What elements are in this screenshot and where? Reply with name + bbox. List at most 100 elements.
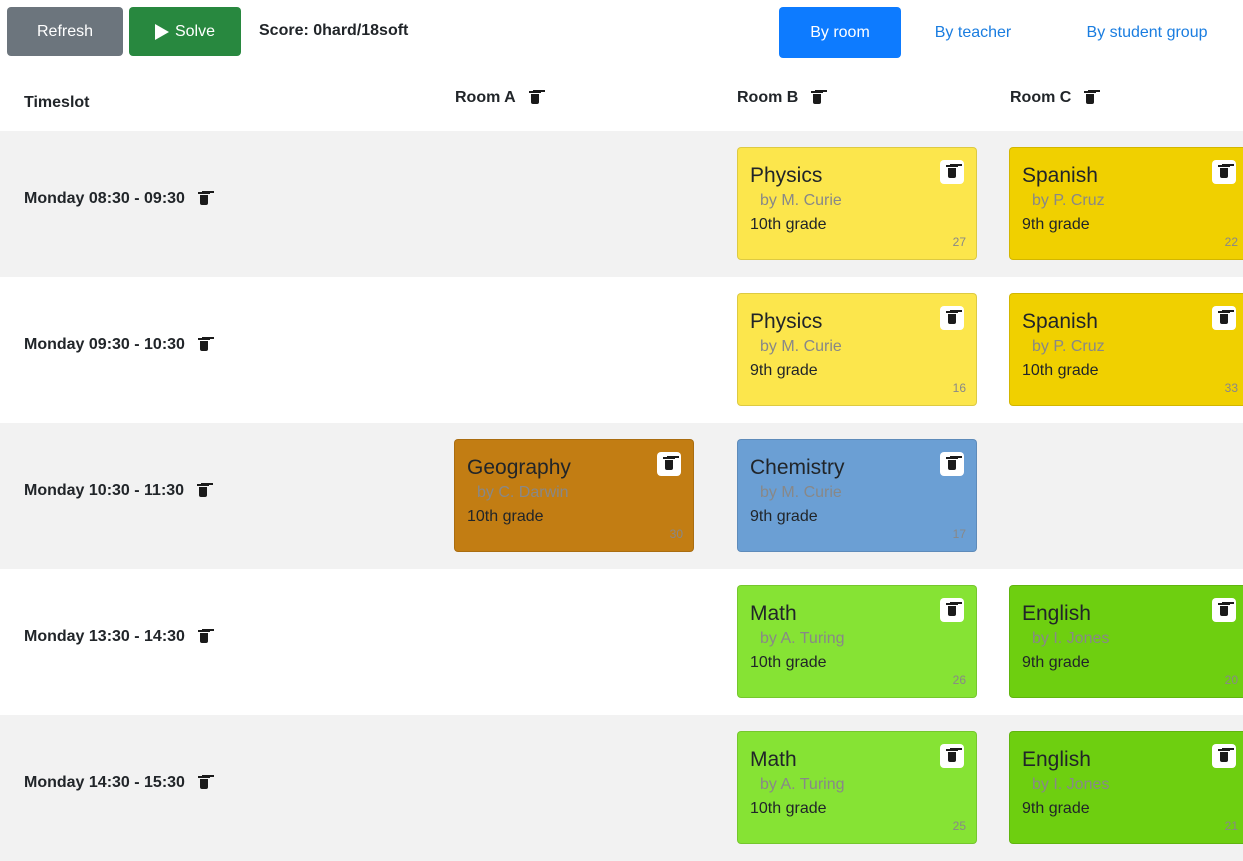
lesson-subject: Math: [750, 748, 797, 771]
lesson-teacher: by C. Darwin: [477, 484, 569, 501]
room-c-label: Room C: [1010, 89, 1072, 106]
delete-lesson-button[interactable]: [940, 598, 964, 622]
trash-icon: [1217, 602, 1231, 618]
timeslot-text: Monday 09:30 - 10:30: [24, 336, 185, 353]
lesson-id: 21: [1224, 819, 1238, 833]
timeslot-text: Monday 10:30 - 11:30: [24, 482, 185, 499]
delete-lesson-button[interactable]: [1212, 744, 1236, 768]
trash-icon: [945, 602, 959, 618]
delete-timeslot-icon[interactable]: [197, 629, 211, 645]
room-b-label: Room B: [737, 89, 799, 106]
timeslot-label: Monday 08:30 - 09:30: [24, 190, 211, 208]
delete-lesson-button[interactable]: [1212, 598, 1236, 622]
delete-lesson-button[interactable]: [940, 744, 964, 768]
lesson-student-group: 9th grade: [1022, 216, 1090, 233]
lesson-student-group: 9th grade: [750, 362, 818, 379]
refresh-button[interactable]: Refresh: [7, 7, 123, 56]
delete-timeslot-icon[interactable]: [197, 191, 211, 207]
lesson-student-group: 10th grade: [750, 800, 827, 817]
timeslot-label: Monday 10:30 - 11:30: [24, 482, 210, 500]
lesson-student-group: 10th grade: [750, 216, 827, 233]
lesson-card[interactable]: Spanish by P. Cruz 10th grade 33: [1009, 293, 1243, 406]
lesson-subject: Math: [750, 602, 797, 625]
room-a-label: Room A: [455, 89, 516, 106]
lesson-id: 22: [1224, 235, 1238, 249]
lesson-card[interactable]: Physics by M. Curie 10th grade 27: [737, 147, 977, 260]
lesson-subject: Spanish: [1022, 164, 1098, 187]
lesson-student-group: 9th grade: [1022, 654, 1090, 671]
solve-label: Solve: [174, 22, 216, 40]
lesson-card[interactable]: English by I. Jones 9th grade 20: [1009, 585, 1243, 698]
lesson-id: 16: [952, 381, 966, 395]
lesson-teacher: by I. Jones: [1032, 776, 1110, 793]
lesson-card[interactable]: Chemistry by M. Curie 9th grade 17: [737, 439, 977, 552]
lesson-subject: Spanish: [1022, 310, 1098, 333]
lesson-id: 30: [669, 527, 683, 541]
delete-lesson-button[interactable]: [1212, 306, 1236, 330]
score-text: Score: 0hard/18soft: [259, 22, 409, 39]
timeslot-header: Timeslot: [24, 92, 90, 114]
lesson-card[interactable]: Spanish by P. Cruz 9th grade 22: [1009, 147, 1243, 260]
timeslot-text: Monday 13:30 - 14:30: [24, 628, 185, 645]
trash-icon: [1217, 164, 1231, 180]
lesson-card[interactable]: English by I. Jones 9th grade 21: [1009, 731, 1243, 844]
delete-room-a-icon[interactable]: [528, 90, 542, 106]
lesson-subject: Chemistry: [750, 456, 845, 479]
toolbar: Refresh Solve Score: 0hard/18soft By roo…: [0, 0, 1243, 64]
room-b-header: Room B: [737, 87, 824, 109]
delete-lesson-button[interactable]: [940, 160, 964, 184]
lesson-teacher: by I. Jones: [1032, 630, 1110, 647]
view-by-room-tab[interactable]: By room: [779, 7, 901, 58]
delete-lesson-button[interactable]: [1212, 160, 1236, 184]
lesson-student-group: 9th grade: [750, 508, 818, 525]
delete-timeslot-icon[interactable]: [197, 337, 211, 353]
lesson-id: 33: [1224, 381, 1238, 395]
lesson-student-group: 10th grade: [1022, 362, 1099, 379]
lesson-card[interactable]: Physics by M. Curie 9th grade 16: [737, 293, 977, 406]
timeslot-header-label: Timeslot: [24, 94, 90, 111]
solve-button[interactable]: Solve: [129, 7, 241, 56]
timeslot-text: Monday 14:30 - 15:30: [24, 774, 185, 791]
trash-icon: [1217, 748, 1231, 764]
timeslot-label: Monday 13:30 - 14:30: [24, 628, 211, 646]
view-by-teacher-tab[interactable]: By teacher: [912, 7, 1034, 58]
lesson-id: 25: [952, 819, 966, 833]
lesson-teacher: by P. Cruz: [1032, 338, 1105, 355]
room-a-header: Room A: [455, 87, 542, 109]
lesson-student-group: 10th grade: [750, 654, 827, 671]
play-icon: [154, 23, 169, 40]
trash-icon: [945, 310, 959, 326]
lesson-subject: English: [1022, 748, 1091, 771]
timeslot-text: Monday 08:30 - 09:30: [24, 190, 185, 207]
lesson-subject: Physics: [750, 164, 823, 187]
trash-icon: [945, 748, 959, 764]
lesson-teacher: by A. Turing: [760, 776, 845, 793]
lesson-teacher: by M. Curie: [760, 338, 842, 355]
delete-room-c-icon[interactable]: [1083, 90, 1097, 106]
lesson-student-group: 9th grade: [1022, 800, 1090, 817]
lesson-card[interactable]: Geography by C. Darwin 10th grade 30: [454, 439, 694, 552]
lesson-subject: Geography: [467, 456, 571, 479]
delete-lesson-button[interactable]: [940, 452, 964, 476]
lesson-card[interactable]: Math by A. Turing 10th grade 26: [737, 585, 977, 698]
delete-room-b-icon[interactable]: [810, 90, 824, 106]
lesson-id: 20: [1224, 673, 1238, 687]
lesson-subject: Physics: [750, 310, 823, 333]
lesson-teacher: by P. Cruz: [1032, 192, 1105, 209]
delete-timeslot-icon[interactable]: [197, 775, 211, 791]
delete-lesson-button[interactable]: [940, 306, 964, 330]
trash-icon: [662, 456, 676, 472]
view-by-student-group-tab[interactable]: By student group: [1057, 7, 1237, 58]
trash-icon: [945, 164, 959, 180]
lesson-card[interactable]: Math by A. Turing 10th grade 25: [737, 731, 977, 844]
delete-lesson-button[interactable]: [657, 452, 681, 476]
timeslot-label: Monday 09:30 - 10:30: [24, 336, 211, 354]
lesson-teacher: by M. Curie: [760, 484, 842, 501]
lesson-teacher: by A. Turing: [760, 630, 845, 647]
lesson-subject: English: [1022, 602, 1091, 625]
lesson-student-group: 10th grade: [467, 508, 544, 525]
lesson-id: 17: [952, 527, 966, 541]
trash-icon: [1217, 310, 1231, 326]
timeslot-label: Monday 14:30 - 15:30: [24, 774, 211, 792]
delete-timeslot-icon[interactable]: [196, 483, 210, 499]
